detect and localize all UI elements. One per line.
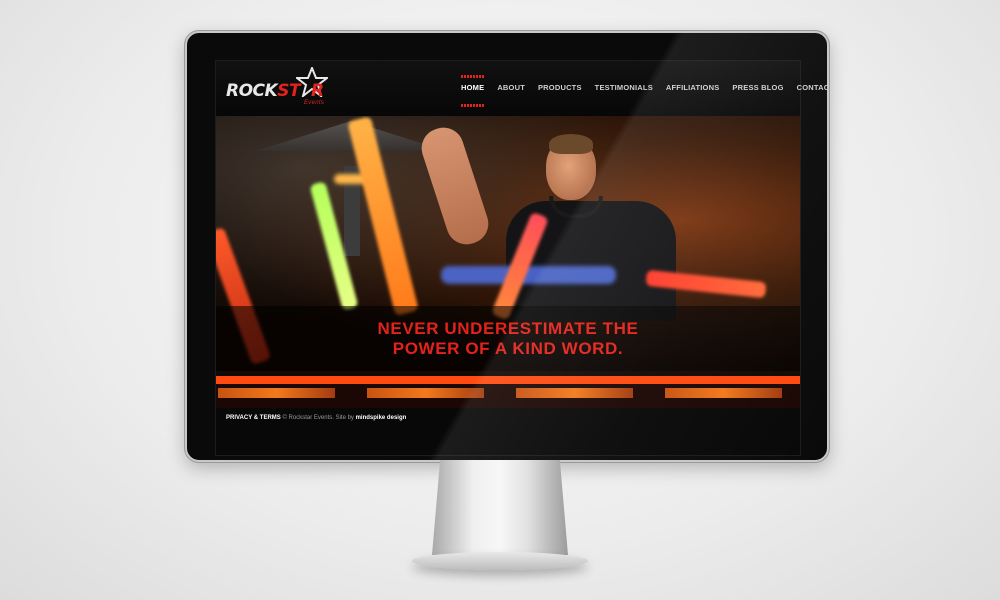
thumbnail-strip: [216, 376, 800, 408]
copyright-text: © Rockstar Events. Site by: [282, 415, 354, 421]
nav-affiliations[interactable]: AFFILIATIONS: [666, 83, 720, 99]
nav-testimonials[interactable]: TESTIMONIALS: [595, 83, 653, 99]
hero-caption: NEVER UNDERESTIMATE THE POWER OF A KIND …: [216, 319, 800, 359]
nav-contact[interactable]: CONTACT: [797, 83, 827, 99]
site-header: ROCKST R Events HOME ABOUT PRODUCTS TESTI…: [216, 61, 827, 116]
site-footer: PRIVACY & TERMS © Rockstar Events. Site …: [226, 415, 406, 421]
logo-star: ST: [277, 81, 301, 101]
privacy-terms-link[interactable]: PRIVACY & TERMS: [226, 415, 281, 421]
rockstar-logo[interactable]: ROCKST R Events: [226, 67, 341, 109]
logo-subtitle: Events: [304, 100, 325, 106]
nav-about[interactable]: ABOUT: [497, 83, 525, 99]
nav-products[interactable]: PRODUCTS: [538, 83, 582, 99]
dj-hair: [549, 134, 593, 154]
monitor-base: [412, 552, 588, 570]
thumbnail-4[interactable]: [665, 388, 782, 398]
monitor-stand: [432, 460, 568, 555]
logo-rock: ROCK: [226, 81, 278, 101]
website-screen: ROCKST R Events HOME ABOUT PRODUCTS TESTI…: [215, 60, 827, 456]
thumbnail-1[interactable]: [218, 388, 335, 398]
nav-press-blog[interactable]: PRESS BLOG: [732, 83, 783, 99]
logo-wordmark: ROCKST R: [226, 81, 324, 101]
main-nav: HOME ABOUT PRODUCTS TESTIMONIALS AFFILIA…: [461, 75, 827, 107]
thumbnail-3[interactable]: [516, 388, 633, 398]
hero-image: NEVER UNDERESTIMATE THE POWER OF A KIND …: [216, 116, 800, 376]
designer-link[interactable]: mindspike design: [356, 415, 407, 421]
monitor: ROCKST R Events HOME ABOUT PRODUCTS TESTI…: [185, 31, 829, 462]
nav-home[interactable]: HOME: [461, 75, 485, 107]
caption-line-1: NEVER UNDERESTIMATE THE: [377, 319, 639, 338]
thumbnail-2[interactable]: [367, 388, 484, 398]
caption-line-2: POWER OF A KIND WORD.: [392, 339, 624, 358]
logo-r: R: [311, 81, 324, 101]
